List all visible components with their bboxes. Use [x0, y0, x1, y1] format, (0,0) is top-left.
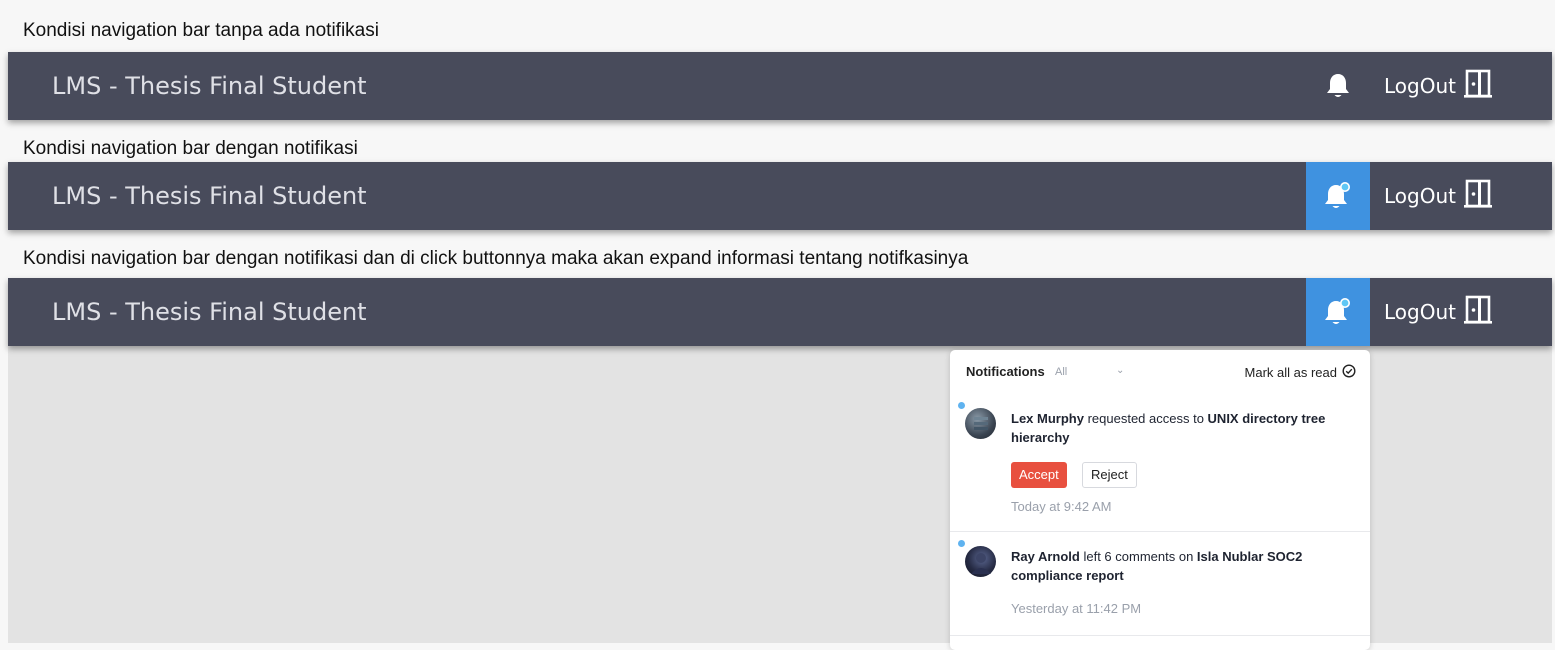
unread-dot: [958, 540, 965, 547]
mark-all-read-label: Mark all as read: [1244, 365, 1337, 380]
navbar-with-notification: LMS - Thesis Final Student LogOut: [8, 162, 1552, 230]
notification-time: Today at 9:42 AM: [1011, 499, 1112, 514]
bell-with-dot-icon: [1323, 297, 1353, 327]
logout-label: LogOut: [1384, 184, 1456, 208]
door-exit-icon: [1463, 295, 1492, 330]
notification-message: Lex Murphy requested access to UNIX dire…: [1011, 409, 1356, 447]
app-title: LMS - Thesis Final Student: [52, 298, 367, 326]
logout-label: LogOut: [1384, 300, 1456, 324]
logout-button[interactable]: LogOut: [1384, 162, 1492, 230]
app-title: LMS - Thesis Final Student: [52, 182, 367, 210]
notifications-filter[interactable]: All: [1055, 366, 1067, 378]
logout-button[interactable]: LogOut: [1384, 278, 1492, 346]
notifications-panel: Notifications All ⌄ Mark all as read Lex…: [950, 350, 1370, 650]
notification-action: requested access to: [1083, 411, 1208, 426]
notification-message: Ray Arnold left 6 comments on Isla Nubla…: [1011, 547, 1356, 585]
chevron-down-icon[interactable]: ⌄: [1116, 365, 1124, 376]
notifications-title: Notifications: [966, 364, 1045, 379]
notification-button[interactable]: [1306, 52, 1370, 120]
caption-with-notification: Kondisi navigation bar dengan notifikasi: [23, 138, 358, 159]
logout-label: LogOut: [1384, 74, 1456, 98]
divider: [950, 531, 1370, 532]
caption-expanded-notification: Kondisi navigation bar dengan notifikasi…: [23, 248, 969, 269]
unread-dot: [958, 402, 965, 409]
app-title: LMS - Thesis Final Student: [52, 72, 367, 100]
navbar-no-notification: LMS - Thesis Final Student LogOut: [8, 52, 1552, 120]
accept-button[interactable]: Accept: [1011, 462, 1067, 488]
notifications-header: Notifications All ⌄ Mark all as read: [966, 362, 1356, 382]
notification-item[interactable]: Ray Arnold left 6 comments on Isla Nubla…: [950, 536, 1370, 650]
navbar-expanded-notification: LMS - Thesis Final Student LogOut: [8, 278, 1552, 346]
notification-actor: Lex Murphy: [1011, 411, 1084, 426]
mark-all-read-button[interactable]: Mark all as read: [1245, 364, 1356, 381]
reject-button[interactable]: Reject: [1082, 462, 1137, 488]
bell-with-dot-icon: [1323, 181, 1353, 211]
door-exit-icon: [1463, 69, 1492, 104]
avatar: [965, 408, 996, 439]
notification-button[interactable]: [1306, 162, 1370, 230]
divider: [950, 635, 1370, 636]
notification-actor: Ray Arnold: [1011, 549, 1080, 564]
caption-no-notification: Kondisi navigation bar tanpa ada notifik…: [23, 20, 379, 41]
check-circle-icon: [1342, 364, 1356, 381]
logout-button[interactable]: LogOut: [1384, 52, 1492, 120]
notification-time: Yesterday at 11:42 PM: [1011, 601, 1142, 616]
notification-item[interactable]: Lex Murphy requested access to UNIX dire…: [950, 398, 1370, 528]
bell-icon: [1325, 72, 1351, 100]
notification-button[interactable]: [1306, 278, 1370, 346]
notification-action: left 6 comments on: [1079, 549, 1197, 564]
avatar: [965, 546, 996, 577]
door-exit-icon: [1463, 179, 1492, 214]
